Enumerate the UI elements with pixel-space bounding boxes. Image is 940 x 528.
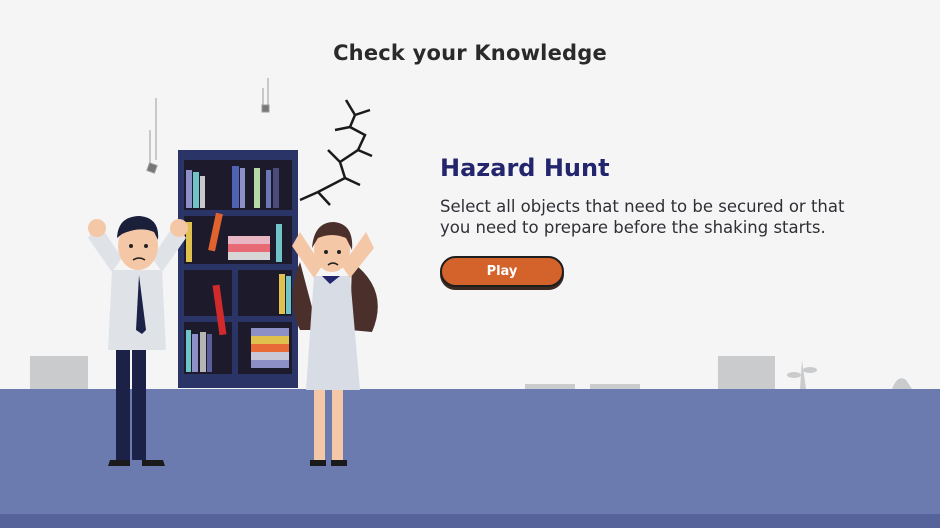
man-character-icon — [88, 216, 188, 466]
activity-description: Select all objects that need to be secur… — [440, 197, 845, 237]
activity-card: Hazard Hunt Select all objects that need… — [440, 154, 880, 287]
activity-title: Hazard Hunt — [440, 154, 610, 182]
background-object-icon — [892, 378, 912, 389]
play-button[interactable]: Play — [440, 256, 564, 287]
woman-character-icon — [292, 222, 378, 466]
bookshelf-icon — [178, 150, 298, 388]
wall-crack-icon — [299, 99, 373, 206]
plant-icon — [787, 360, 817, 389]
quiz-intro-screen: Check your Knowledge Hazard Hunt Select … — [0, 0, 940, 528]
